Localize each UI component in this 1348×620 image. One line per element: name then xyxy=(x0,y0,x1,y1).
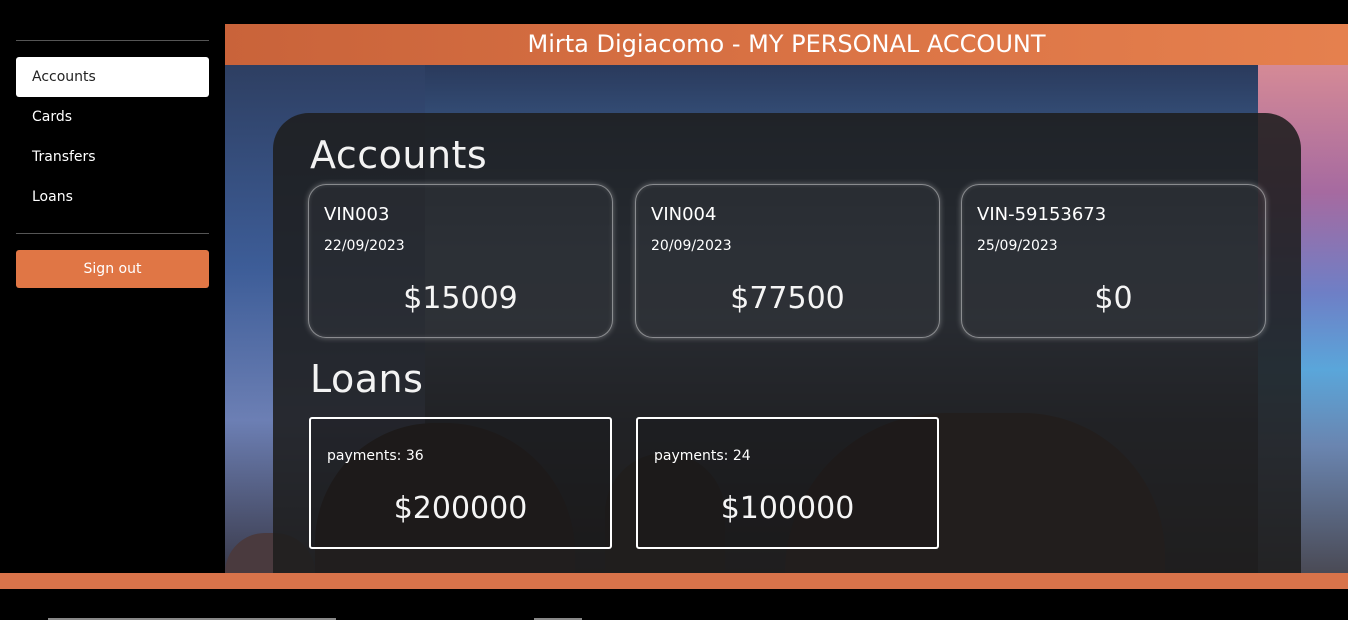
account-card[interactable]: VIN004 20/09/2023 $77500 xyxy=(635,184,940,338)
loan-card[interactable]: payments: 24 $100000 xyxy=(636,417,939,549)
loan-amount: $100000 xyxy=(720,491,855,526)
loan-payments: payments: 24 xyxy=(654,448,751,464)
sidebar-item-cards[interactable]: Cards xyxy=(16,97,209,137)
account-balance: $77500 xyxy=(730,281,845,316)
sidebar-item-transfers[interactable]: Transfers xyxy=(16,137,209,177)
account-balance: $0 xyxy=(1094,281,1133,316)
page-title: Mirta Digiacomo - MY PERSONAL ACCOUNT xyxy=(225,24,1348,65)
loan-card[interactable]: payments: 36 $200000 xyxy=(309,417,612,549)
account-balance: $15009 xyxy=(403,281,518,316)
sidebar-item-accounts[interactable]: Accounts xyxy=(16,57,209,97)
account-card[interactable]: VIN003 22/09/2023 $15009 xyxy=(308,184,613,338)
account-date: 22/09/2023 xyxy=(324,238,405,254)
sidebar: Accounts Cards Transfers Loans Sign out xyxy=(0,0,225,573)
account-number: VIN004 xyxy=(651,204,717,225)
account-number: VIN-59153673 xyxy=(977,204,1107,225)
sidebar-divider-top xyxy=(16,40,209,41)
account-number: VIN003 xyxy=(324,204,390,225)
loan-payments: payments: 36 xyxy=(327,448,424,464)
account-date: 20/09/2023 xyxy=(651,238,732,254)
accounts-heading: Accounts xyxy=(310,133,488,177)
footer-accent-bar xyxy=(0,573,1348,589)
account-date: 25/09/2023 xyxy=(977,238,1058,254)
sidebar-item-loans[interactable]: Loans xyxy=(16,177,209,217)
sidebar-divider-bottom xyxy=(16,233,209,234)
account-card[interactable]: VIN-59153673 25/09/2023 $0 xyxy=(961,184,1266,338)
footer xyxy=(0,589,1348,620)
sign-out-button[interactable]: Sign out xyxy=(16,250,209,288)
loan-amount: $200000 xyxy=(393,491,528,526)
loans-heading: Loans xyxy=(310,357,424,401)
